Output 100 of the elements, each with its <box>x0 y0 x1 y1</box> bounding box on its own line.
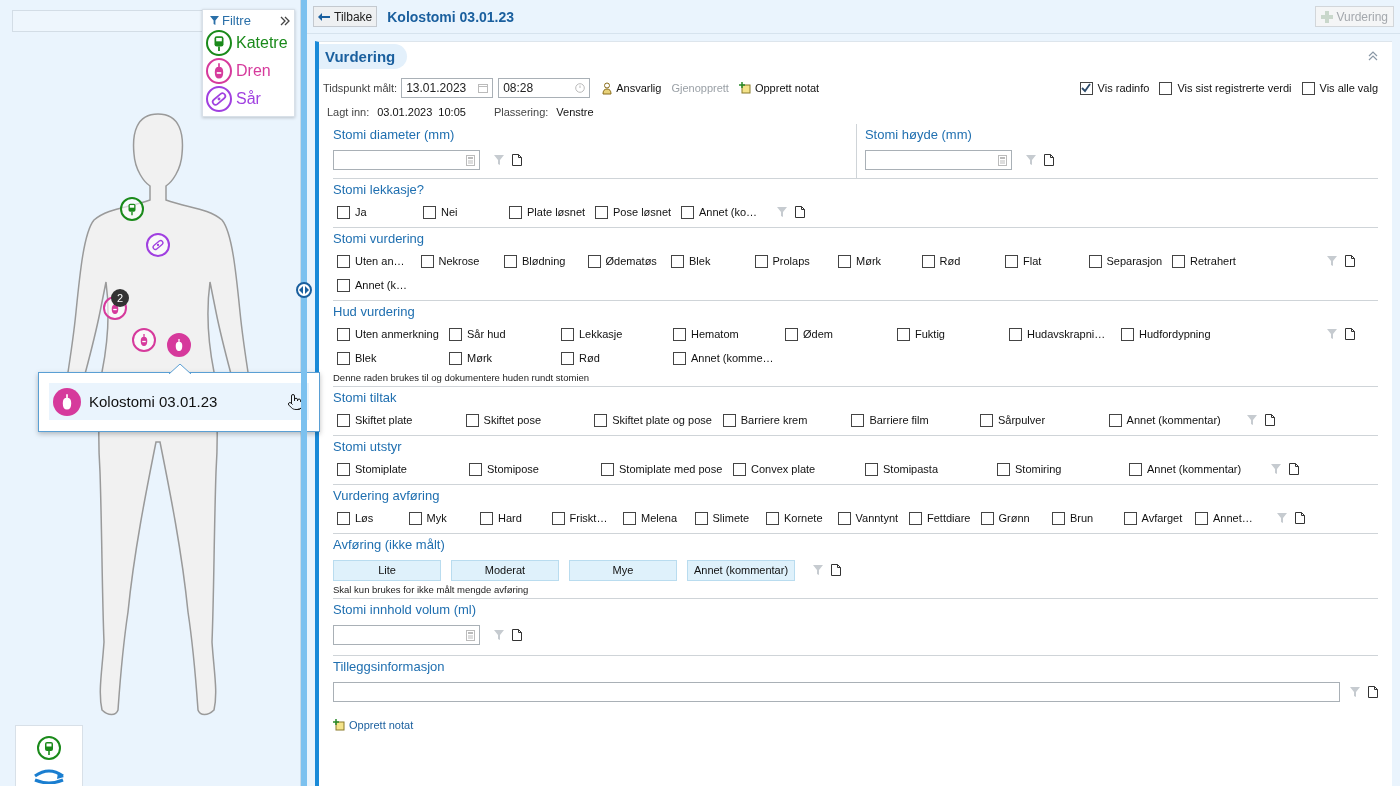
checkbox[interactable]: Ja <box>337 200 423 224</box>
checkbox[interactable]: Annet (komme… <box>673 346 785 370</box>
checkbox[interactable]: Barriere krem <box>722 408 852 432</box>
checkbox[interactable]: Annet (kommentar) <box>1108 408 1238 432</box>
checkbox[interactable]: Ødematøs <box>587 249 671 273</box>
checkbox[interactable]: Pose løsnet <box>595 200 681 224</box>
date-field[interactable]: 13.01.2023 <box>401 78 494 98</box>
document-icon[interactable] <box>512 629 522 641</box>
filter-icon[interactable] <box>210 16 219 25</box>
checkbox[interactable]: Skiftet plate <box>337 408 466 432</box>
option-button[interactable]: Annet (kommentar) <box>687 559 795 581</box>
checkbox[interactable]: Hudfordypning <box>1121 322 1233 346</box>
checkbox[interactable]: Stomipose <box>469 457 601 481</box>
checkbox[interactable]: Melena <box>623 506 695 530</box>
option-button[interactable]: Lite <box>333 559 441 581</box>
checkbox[interactable]: Ødem <box>785 322 897 346</box>
back-button[interactable]: Tilbake <box>313 6 378 27</box>
collapse-icon[interactable] <box>1368 51 1378 61</box>
document-icon[interactable] <box>1043 154 1054 166</box>
checkbox[interactable]: Hard <box>480 506 552 530</box>
checkbox[interactable]: Hudavskrapni… <box>1009 322 1121 346</box>
checkbox[interactable]: Plate løsnet <box>509 200 595 224</box>
checkbox[interactable]: Brun <box>1052 506 1124 530</box>
checkbox[interactable]: Grønn <box>980 506 1052 530</box>
document-icon[interactable] <box>1294 512 1305 524</box>
checkbox[interactable]: Myk <box>408 506 480 530</box>
checkbox[interactable]: Lekkasje <box>561 322 673 346</box>
action-link[interactable]: Ansvarlig <box>602 81 662 95</box>
checkbox[interactable]: Convex plate <box>733 457 865 481</box>
clock-icon[interactable] <box>575 83 586 93</box>
checkbox[interactable]: Fettdiare <box>909 506 981 530</box>
checkbox[interactable]: Stomiplate med pose <box>601 457 733 481</box>
calculator-icon[interactable] <box>466 629 475 641</box>
document-icon[interactable] <box>795 206 805 218</box>
number-field[interactable] <box>333 150 480 170</box>
document-icon[interactable] <box>1345 328 1355 340</box>
checkbox[interactable]: Skiftet plate og pose <box>594 408 723 432</box>
checkbox[interactable]: Slimete <box>694 506 766 530</box>
checkbox[interactable]: Skiftet pose <box>465 408 595 432</box>
document-icon[interactable] <box>1345 255 1355 267</box>
action-link[interactable]: Opprett notat <box>738 82 820 94</box>
checkbox[interactable]: Uten an… <box>337 249 421 273</box>
checkbox[interactable]: Stomiplate <box>337 457 469 481</box>
calculator-icon[interactable] <box>997 154 1007 166</box>
checkbox[interactable]: Vanntynt <box>837 506 909 530</box>
checkbox[interactable]: Fuktig <box>897 322 1009 346</box>
checkbox[interactable]: Mørk <box>449 346 561 370</box>
checkbox[interactable]: Friskt… <box>551 506 623 530</box>
checkbox[interactable]: Stomiring <box>997 457 1129 481</box>
number-field[interactable] <box>864 150 1012 170</box>
filter-item[interactable]: Sår <box>206 86 294 112</box>
filter-item[interactable]: Dren <box>206 58 294 84</box>
document-icon[interactable] <box>512 154 522 166</box>
checkbox[interactable]: Blek <box>671 249 755 273</box>
checkbox[interactable]: Vis radinfo <box>1079 76 1150 100</box>
checkbox[interactable]: Vis alle valg <box>1301 76 1378 100</box>
number-field[interactable] <box>333 625 480 645</box>
time-field[interactable]: 08:28 <box>498 78 591 98</box>
document-icon[interactable] <box>1289 463 1299 475</box>
checkbox[interactable]: Avfarget <box>1123 506 1195 530</box>
splitter-handle[interactable] <box>296 282 312 298</box>
body-marker[interactable] <box>132 328 156 352</box>
expand-icon[interactable] <box>280 15 290 26</box>
checkbox[interactable]: Annet (ko… <box>681 200 767 224</box>
checkbox[interactable]: Kornete <box>766 506 838 530</box>
option-button[interactable]: Moderat <box>451 559 559 581</box>
checkbox[interactable]: Rød <box>561 346 673 370</box>
checkbox[interactable]: Prolaps <box>754 249 838 273</box>
checkbox[interactable]: Mørk <box>838 249 922 273</box>
checkbox[interactable]: Annet (kommentar) <box>1129 457 1261 481</box>
checkbox[interactable]: Separasjon <box>1088 249 1172 273</box>
checkbox[interactable]: Vis sist registrerte verdi <box>1159 76 1292 100</box>
checkbox[interactable]: Blødning <box>504 249 588 273</box>
checkbox[interactable]: Annet (k… <box>337 273 421 297</box>
document-icon[interactable] <box>1265 414 1276 426</box>
popup-item[interactable]: Kolostomi 03.01.23 <box>49 383 309 420</box>
option-button[interactable]: Mye <box>569 559 677 581</box>
checkbox[interactable]: Nekrose <box>420 249 504 273</box>
checkbox[interactable]: Retrahert <box>1172 249 1256 273</box>
document-icon[interactable] <box>1368 686 1378 698</box>
checkbox[interactable]: Løs <box>337 506 409 530</box>
filter-item[interactable]: Katetre <box>206 30 294 56</box>
text-field[interactable] <box>333 682 1340 702</box>
checkbox[interactable]: Barriere film <box>851 408 980 432</box>
create-note-link[interactable]: Opprett notat <box>333 719 1378 731</box>
checkbox[interactable]: Flat <box>1005 249 1089 273</box>
checkbox[interactable]: Sårpulver <box>979 408 1109 432</box>
checkbox[interactable]: Rød <box>921 249 1005 273</box>
checkbox[interactable]: Nei <box>423 200 509 224</box>
checkbox[interactable]: Uten anmerkning <box>337 322 449 346</box>
checkbox[interactable]: Hematom <box>673 322 785 346</box>
checkbox[interactable]: Sår hud <box>449 322 561 346</box>
document-icon[interactable] <box>831 564 841 576</box>
checkbox[interactable]: Annet… <box>1195 506 1267 530</box>
body-marker[interactable] <box>146 233 170 257</box>
body-marker[interactable] <box>120 197 144 221</box>
checkbox[interactable]: Blek <box>337 346 449 370</box>
calculator-icon[interactable] <box>466 154 475 166</box>
checkbox[interactable]: Stomipasta <box>865 457 997 481</box>
calendar-icon[interactable] <box>478 83 489 93</box>
